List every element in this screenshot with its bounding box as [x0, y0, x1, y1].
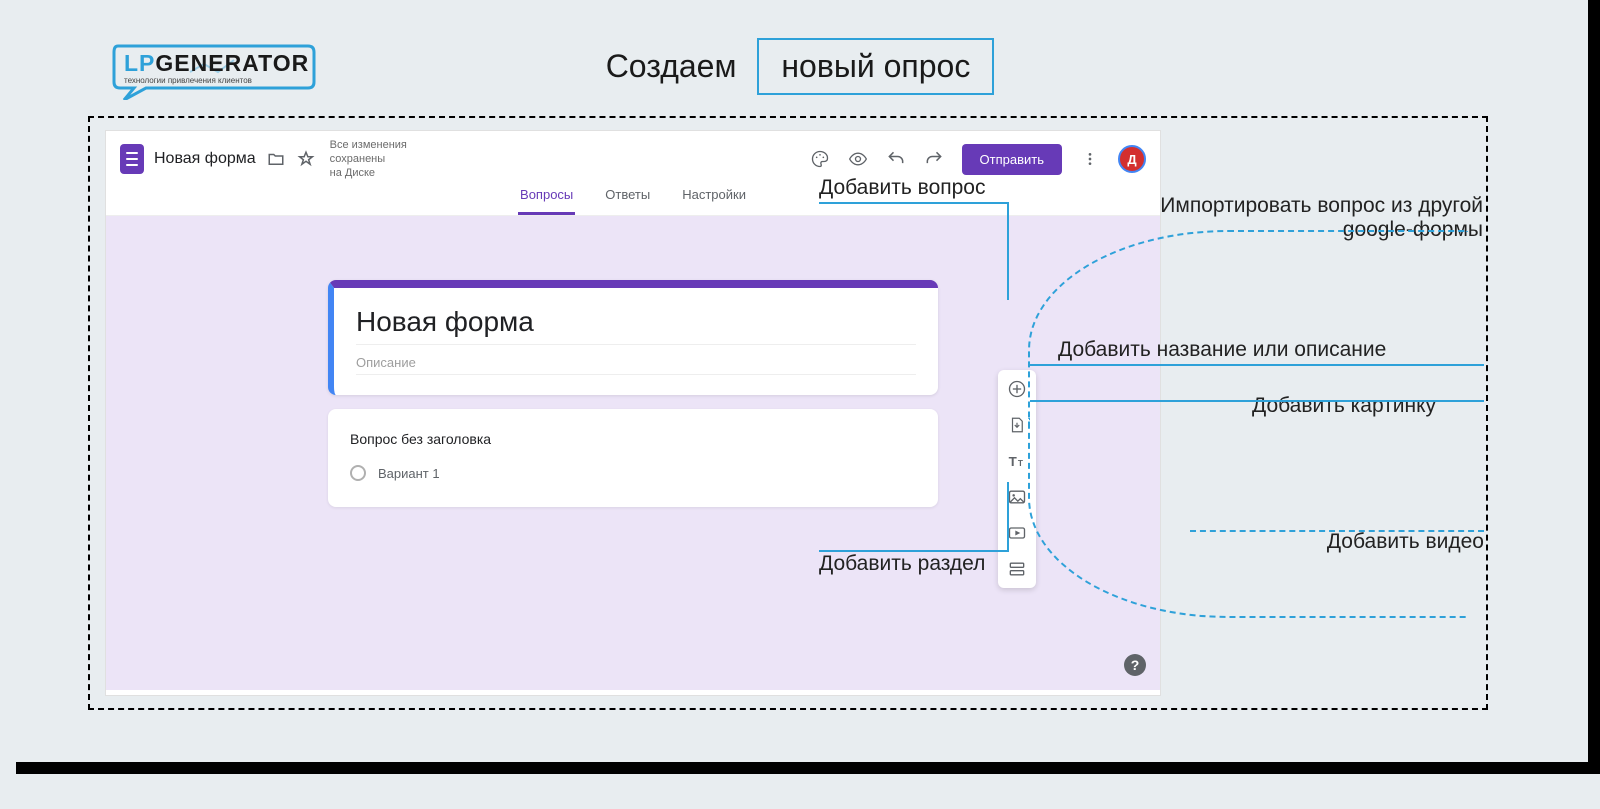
- radio-icon: [350, 465, 366, 481]
- star-icon[interactable]: [296, 149, 316, 169]
- option-label[interactable]: Вариант 1: [378, 466, 440, 481]
- heading-plain: Создаем: [606, 48, 737, 84]
- tab-answers[interactable]: Ответы: [603, 187, 652, 215]
- svg-text:T: T: [1009, 454, 1017, 469]
- preview-icon[interactable]: [848, 149, 868, 169]
- tab-settings[interactable]: Настройки: [680, 187, 748, 215]
- heading-boxed: новый опрос: [757, 38, 994, 95]
- question-option-1[interactable]: Вариант 1: [350, 465, 916, 481]
- annotation-line: [1030, 400, 1484, 402]
- google-forms-window: Новая форма Все изменения сохранены на Д…: [105, 130, 1161, 696]
- annotation-line-dashed: [1190, 530, 1484, 532]
- add-section-button[interactable]: [1006, 558, 1028, 580]
- undo-icon[interactable]: [886, 149, 906, 169]
- question-card[interactable]: Вопрос без заголовка Вариант 1: [328, 409, 938, 507]
- redo-icon[interactable]: [924, 149, 944, 169]
- add-video-button[interactable]: [1006, 522, 1028, 544]
- annotation-add-question: Добавить вопрос: [819, 176, 985, 200]
- shadow-bottom: [16, 762, 1600, 774]
- form-title-card[interactable]: Новая форма Описание: [328, 280, 938, 395]
- annotation-line: [1007, 202, 1009, 300]
- form-title-input[interactable]: Новая форма: [356, 306, 916, 345]
- more-icon[interactable]: [1080, 149, 1100, 169]
- annotation-add-image: Добавить картинку: [1252, 394, 1436, 418]
- folder-icon[interactable]: [266, 149, 286, 169]
- annotation-line: [819, 550, 1009, 552]
- forms-header: Новая форма Все изменения сохранены на Д…: [106, 131, 1160, 187]
- question-title[interactable]: Вопрос без заголовка: [350, 431, 916, 447]
- tab-questions[interactable]: Вопросы: [518, 187, 575, 215]
- form-name[interactable]: Новая форма: [154, 150, 256, 168]
- annotation-line: [1007, 482, 1009, 552]
- annotation-line: [1030, 364, 1484, 366]
- send-button[interactable]: Отправить: [962, 144, 1062, 175]
- annotation-line: [819, 202, 1009, 204]
- page-heading: Создаем новый опрос: [0, 38, 1600, 95]
- annotation-add-section: Добавить раздел: [819, 552, 985, 576]
- save-status: Все изменения сохранены на Диске: [330, 138, 450, 181]
- avatar[interactable]: Д: [1118, 145, 1146, 173]
- form-description-input[interactable]: Описание: [356, 355, 916, 375]
- palette-icon[interactable]: [810, 149, 830, 169]
- import-questions-button[interactable]: [1006, 414, 1028, 436]
- annotation-add-title: Добавить название или описание: [1058, 338, 1386, 362]
- shadow-right: [1588, 0, 1600, 774]
- stage: LPGENERATOR технологии привлечения клиен…: [0, 0, 1600, 809]
- add-title-button[interactable]: TT: [1006, 450, 1028, 472]
- header-actions: Отправить Д: [810, 144, 1146, 175]
- svg-text:T: T: [1018, 458, 1023, 468]
- add-question-button[interactable]: [1006, 378, 1028, 400]
- help-icon[interactable]: ?: [1124, 654, 1146, 676]
- add-image-button[interactable]: [1006, 486, 1028, 508]
- form-canvas: Новая форма Описание Вопрос без заголовк…: [106, 216, 1160, 690]
- forms-logo-icon[interactable]: [120, 144, 144, 174]
